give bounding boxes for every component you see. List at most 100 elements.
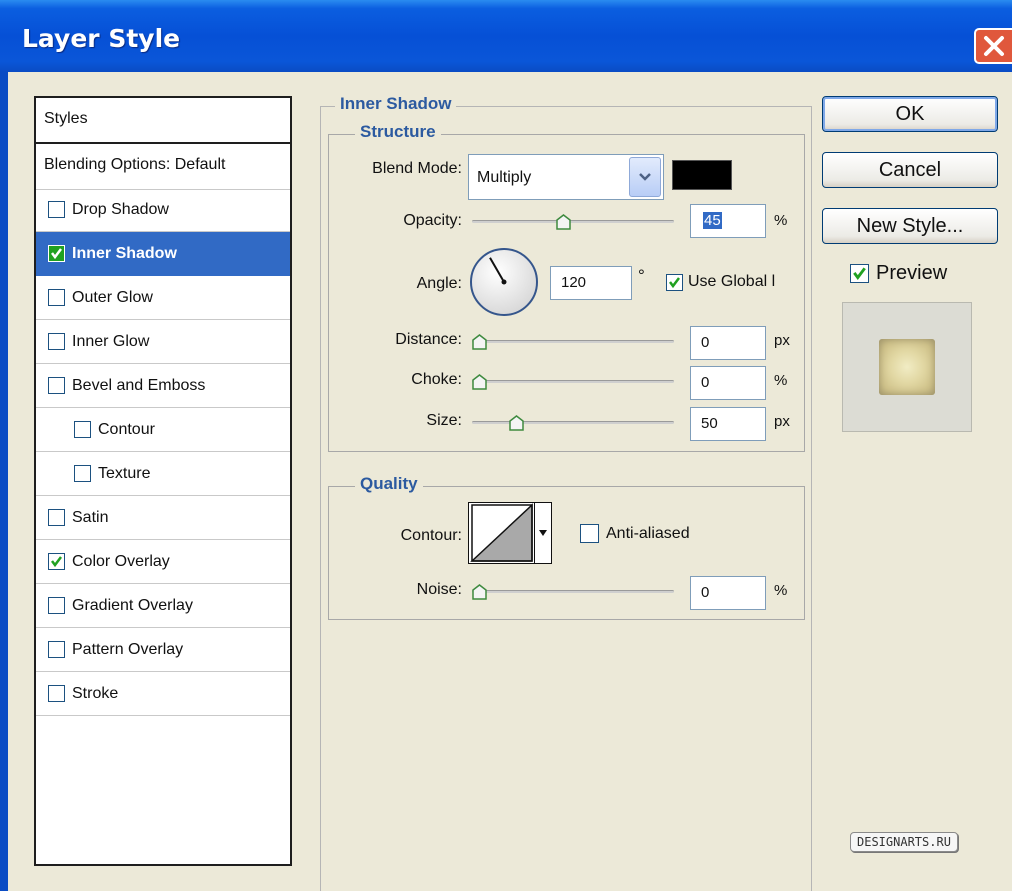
new-style-button[interactable]: New Style... — [822, 208, 998, 244]
angle-input[interactable]: 120 — [550, 266, 632, 300]
style-item-outer-glow[interactable]: Outer Glow — [36, 276, 290, 320]
shadow-color-swatch[interactable] — [672, 160, 732, 190]
choke-input[interactable]: 0 — [690, 366, 766, 400]
style-item-pattern-overlay[interactable]: Pattern Overlay — [36, 628, 290, 672]
caret-down-icon[interactable] — [534, 503, 551, 563]
style-item-label: Texture — [98, 465, 151, 482]
angle-value: 120 — [561, 274, 587, 291]
style-item-label: Satin — [72, 509, 109, 526]
opacity-slider-thumb[interactable] — [556, 214, 571, 230]
quality-title: Quality — [355, 474, 423, 494]
choke-slider-thumb[interactable] — [472, 374, 487, 390]
dialog-body: Styles Blending Options: Default Drop Sha… — [8, 72, 1012, 891]
window-title: Layer Style — [22, 24, 181, 53]
preview-thumbnail — [842, 302, 972, 432]
opacity-value: 45 — [703, 212, 722, 229]
style-checkbox[interactable] — [48, 641, 65, 658]
styles-list: Styles Blending Options: Default Drop Sha… — [34, 96, 292, 866]
noise-slider-thumb[interactable] — [472, 584, 487, 600]
preview-label: Preview — [876, 262, 948, 284]
style-checkbox[interactable] — [48, 553, 65, 570]
size-value: 50 — [701, 415, 718, 432]
ok-button[interactable]: OK — [822, 96, 998, 132]
opacity-slider-track[interactable] — [472, 220, 674, 223]
noise-value: 0 — [701, 584, 710, 601]
anti-aliased-checkbox[interactable] — [580, 524, 599, 543]
style-item-gradient-overlay[interactable]: Gradient Overlay — [36, 584, 290, 628]
styles-header[interactable]: Styles — [36, 98, 290, 144]
inner-shadow-title: Inner Shadow — [335, 94, 457, 114]
title-bar[interactable]: Layer Style — [0, 0, 1012, 72]
use-global-checkbox[interactable] — [666, 274, 683, 291]
contour-preview-icon — [470, 503, 533, 562]
style-checkbox[interactable] — [48, 377, 65, 394]
style-checkbox[interactable] — [48, 509, 65, 526]
anti-aliased-label: Anti-aliased — [606, 525, 690, 542]
distance-slider-track[interactable] — [472, 340, 674, 343]
style-item-texture[interactable]: Texture — [36, 452, 290, 496]
blend-mode-label: Blend Mode: — [372, 160, 462, 177]
size-unit: px — [774, 413, 790, 430]
style-item-label: Bevel and Emboss — [72, 377, 206, 394]
window-frame — [0, 72, 8, 891]
distance-input[interactable]: 0 — [690, 326, 766, 360]
blend-mode-value: Multiply — [477, 169, 532, 186]
choke-unit: % — [774, 372, 788, 389]
style-checkbox[interactable] — [48, 245, 65, 262]
style-item-label: Color Overlay — [72, 553, 170, 570]
style-item-blending-options-default[interactable]: Blending Options: Default — [36, 144, 290, 190]
checkmark-icon — [51, 248, 62, 260]
style-checkbox[interactable] — [48, 201, 65, 218]
style-checkbox[interactable] — [48, 289, 65, 306]
layer-style-dialog: Layer Style Styles Blending Options: Def… — [0, 0, 1012, 891]
close-icon — [984, 36, 1004, 56]
noise-slider-track[interactable] — [472, 590, 674, 593]
use-global-label: Use Global l — [688, 273, 776, 290]
distance-unit: px — [774, 332, 790, 349]
angle-unit: ° — [638, 266, 645, 285]
choke-slider-track[interactable] — [472, 380, 674, 383]
style-item-stroke[interactable]: Stroke — [36, 672, 290, 716]
watermark: DESIGNARTS.RU — [850, 832, 958, 852]
style-item-satin[interactable]: Satin — [36, 496, 290, 540]
style-item-label: Drop Shadow — [72, 201, 169, 218]
size-slider-track[interactable] — [472, 421, 674, 424]
style-item-inner-glow[interactable]: Inner Glow — [36, 320, 290, 364]
preview-checkbox[interactable] — [850, 264, 869, 283]
style-item-label: Gradient Overlay — [72, 597, 193, 614]
opacity-label: Opacity: — [403, 212, 462, 229]
cancel-button[interactable]: Cancel — [822, 152, 998, 188]
style-checkbox[interactable] — [74, 465, 91, 482]
opacity-input[interactable]: 45 — [690, 204, 766, 238]
style-checkbox[interactable] — [48, 333, 65, 350]
size-input[interactable]: 50 — [690, 407, 766, 441]
distance-slider-thumb[interactable] — [472, 334, 487, 350]
angle-dial[interactable] — [468, 246, 540, 318]
style-item-color-overlay[interactable]: Color Overlay — [36, 540, 290, 584]
size-slider-thumb[interactable] — [509, 415, 525, 431]
style-item-label: Blending Options: Default — [44, 156, 226, 173]
style-checkbox[interactable] — [48, 597, 65, 614]
choke-label: Choke: — [411, 371, 462, 388]
style-item-drop-shadow[interactable]: Drop Shadow — [36, 188, 290, 232]
distance-value: 0 — [701, 334, 710, 351]
contour-label: Contour: — [400, 527, 462, 544]
styles-header-label: Styles — [44, 110, 88, 127]
choke-value: 0 — [701, 374, 710, 391]
style-item-label: Outer Glow — [72, 289, 153, 306]
noise-input[interactable]: 0 — [690, 576, 766, 610]
style-item-inner-shadow[interactable]: Inner Shadow — [36, 232, 290, 276]
style-item-label: Contour — [98, 421, 155, 438]
contour-picker[interactable] — [468, 502, 552, 564]
structure-title: Structure — [355, 122, 441, 142]
style-item-bevel-and-emboss[interactable]: Bevel and Emboss — [36, 364, 290, 408]
chevron-down-icon[interactable] — [629, 157, 661, 197]
style-item-label: Stroke — [72, 685, 119, 702]
style-item-contour[interactable]: Contour — [36, 408, 290, 452]
opacity-unit: % — [774, 212, 788, 229]
blend-mode-select[interactable]: Multiply — [468, 154, 664, 200]
style-checkbox[interactable] — [48, 685, 65, 702]
noise-unit: % — [774, 582, 788, 599]
style-checkbox[interactable] — [74, 421, 91, 438]
close-button[interactable] — [974, 28, 1012, 64]
